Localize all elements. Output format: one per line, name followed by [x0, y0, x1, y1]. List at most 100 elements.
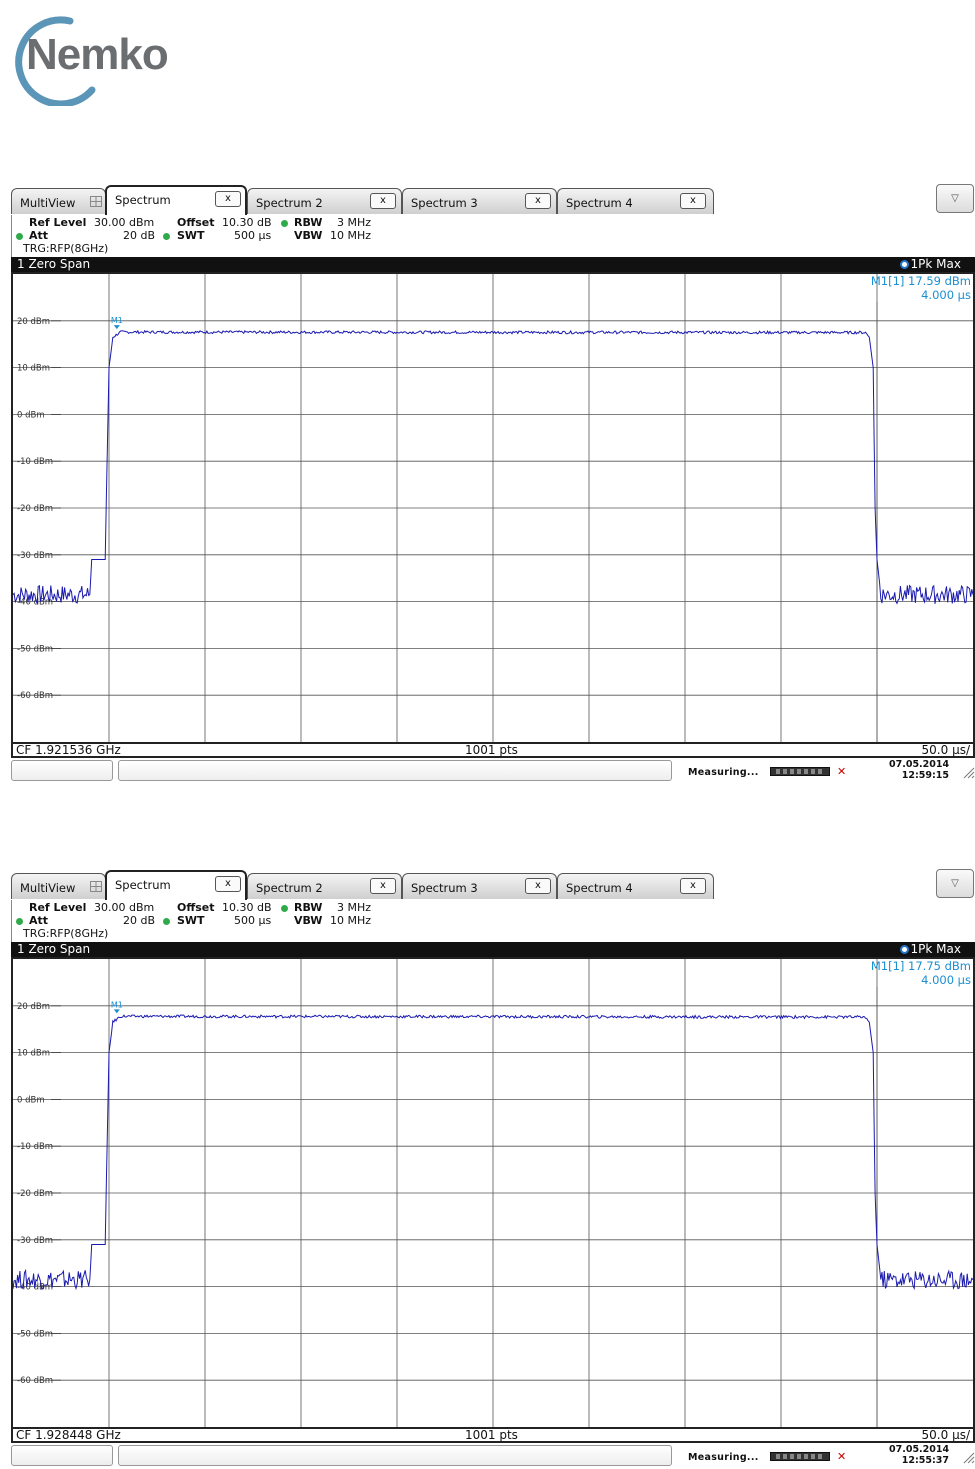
close-tab-button[interactable]: x — [370, 878, 396, 894]
status-dot — [163, 918, 170, 925]
analyzer-panel: MultiView Spectrum x Spectrum 2 x Spectr… — [11, 869, 975, 1468]
tab-label: Spectrum 2 — [256, 881, 323, 895]
swt-label: SWT — [177, 914, 205, 927]
tab-spectrum[interactable]: Spectrum x — [105, 870, 247, 900]
window-title: 1 Zero Span — [17, 257, 91, 271]
tab-multiview[interactable]: MultiView — [11, 873, 106, 899]
tab-label: MultiView — [20, 881, 76, 895]
status-bar: Measuring... ✕ 07.05.2014 12:59:15 — [11, 759, 975, 783]
dropdown-button[interactable]: ▽ — [936, 184, 974, 213]
instrument-status-icon: ✕ — [837, 1450, 847, 1463]
swt-value: 500 µs — [234, 914, 272, 927]
marker-label: M1 — [111, 316, 123, 325]
tab-spectrum-4[interactable]: Spectrum 4 x — [557, 873, 714, 899]
tab-spectrum[interactable]: Spectrum x — [105, 185, 247, 215]
trigger-info: TRG:RFP(8GHz) — [23, 242, 109, 255]
marker-label: M1 — [111, 1000, 123, 1009]
tab-spectrum-2[interactable]: Spectrum 2 x — [247, 188, 402, 214]
y-tick-label: -50 dBm — [17, 644, 53, 654]
rbw-label: RBW — [294, 901, 323, 914]
analyzer-panel: MultiView Spectrum x Spectrum 2 x Spectr… — [11, 184, 975, 783]
close-tab-button[interactable]: x — [370, 193, 396, 209]
progress-indicator — [770, 1452, 830, 1461]
close-tab-button[interactable]: x — [525, 878, 551, 894]
rbw-label: RBW — [294, 216, 323, 229]
tab-label: Spectrum — [115, 193, 171, 207]
chevron-down-icon: ▽ — [951, 193, 959, 204]
settings-summary: Ref Level 30.00 dBm Offset 10.30 dB RBW … — [11, 215, 975, 257]
att-label: Att — [29, 229, 49, 242]
status-message-field[interactable] — [118, 1445, 672, 1466]
offset-label: Offset — [177, 901, 215, 914]
status-dot — [16, 918, 23, 925]
vbw-value: 10 MHz — [330, 229, 372, 242]
y-tick-label: 10 dBm — [17, 1049, 50, 1059]
ref-level-label: Ref Level — [29, 901, 87, 914]
y-tick-label: 10 dBm — [17, 364, 50, 374]
zero-span-plot[interactable]: 20 dBm 10 dBm 0 dBm -10 dBm -20 dBm -30 dBm -4… — [11, 272, 975, 743]
status-dot — [16, 233, 23, 240]
resize-grip-icon[interactable] — [961, 765, 975, 779]
status-field-left[interactable] — [11, 1445, 113, 1466]
close-tab-button[interactable]: x — [215, 191, 241, 207]
tab-spectrum-3[interactable]: Spectrum 3 x — [402, 873, 557, 899]
tab-spectrum-3[interactable]: Spectrum 3 x — [402, 188, 557, 214]
zero-span-plot[interactable]: 20 dBm 10 dBm 0 dBm -10 dBm -20 dBm -30 dBm -4… — [11, 957, 975, 1428]
marker-readout-time: 4.000 µs — [921, 973, 971, 987]
vbw-label: VBW — [294, 914, 323, 927]
y-tick-label: 20 dBm — [17, 317, 50, 327]
measuring-status: Measuring... — [688, 1452, 759, 1463]
sweep-points: 1001 pts — [465, 1428, 518, 1442]
status-field-left[interactable] — [11, 760, 113, 781]
y-tick-label: -60 dBm — [17, 691, 53, 701]
ref-level-value: 30.00 dBm — [94, 901, 155, 914]
y-tick-label: -50 dBm — [17, 1329, 53, 1339]
att-label: Att — [29, 914, 49, 927]
tab-label: MultiView — [20, 196, 76, 210]
tab-spectrum-4[interactable]: Spectrum 4 x — [557, 188, 714, 214]
instrument-status-icon: ✕ — [837, 765, 847, 778]
att-value: 20 dB — [123, 914, 156, 927]
measuring-status: Measuring... — [688, 767, 759, 778]
status-bar: Measuring... ✕ 07.05.2014 12:55:37 — [11, 1444, 975, 1468]
offset-value: 10.30 dB — [222, 216, 272, 229]
close-tab-button[interactable]: x — [215, 876, 241, 892]
grid-icon — [90, 196, 102, 207]
status-dot — [281, 905, 288, 912]
sweep-points: 1001 pts — [465, 743, 518, 757]
y-tick-label: -20 dBm — [17, 504, 53, 514]
close-tab-button[interactable]: x — [525, 193, 551, 209]
status-dot — [163, 233, 170, 240]
trigger-info: TRG:RFP(8GHz) — [23, 927, 109, 940]
window-title-bar: 1 Zero Span 1Pk Max — [11, 942, 975, 957]
dropdown-button[interactable]: ▽ — [936, 869, 974, 898]
y-tick-label: -40 dBm — [17, 598, 53, 608]
status-time: 12:55:37 — [901, 1455, 949, 1466]
time-per-division: 50.0 µs/ — [921, 743, 970, 757]
trace-indicator-icon — [900, 260, 909, 269]
close-tab-button[interactable]: x — [680, 193, 706, 209]
marker-triangle — [113, 325, 120, 330]
center-frequency: CF 1.928448 GHz — [16, 1428, 121, 1442]
tab-spectrum-2[interactable]: Spectrum 2 x — [247, 873, 402, 899]
marker-readout-level: M1[1] 17.75 dBm — [871, 959, 971, 973]
marker-readout-time: 4.000 µs — [921, 288, 971, 302]
tab-label: Spectrum 4 — [566, 196, 633, 210]
close-tab-button[interactable]: x — [680, 878, 706, 894]
tab-multiview[interactable]: MultiView — [11, 188, 106, 214]
rbw-value: 3 MHz — [337, 216, 372, 229]
plot-svg: 20 dBm 10 dBm 0 dBm -10 dBm -20 dBm -30 dBm -4… — [13, 274, 973, 742]
swt-value: 500 µs — [234, 229, 272, 242]
status-message-field[interactable] — [118, 760, 672, 781]
ref-level-value: 30.00 dBm — [94, 216, 155, 229]
marker-triangle — [113, 1009, 120, 1014]
tab-label: Spectrum 3 — [411, 196, 478, 210]
y-tick-label: 0 dBm — [17, 410, 45, 420]
y-tick-label: -60 dBm — [17, 1376, 53, 1386]
nemko-logo: Nemko — [0, 6, 222, 108]
plot-footer: CF 1.921536 GHz 1001 pts 50.0 µs/ — [11, 743, 975, 758]
tab-bar: MultiView Spectrum x Spectrum 2 x Spectr… — [11, 869, 975, 900]
y-tick-label: -20 dBm — [17, 1189, 53, 1199]
y-tick-label: 20 dBm — [17, 1002, 50, 1012]
resize-grip-icon[interactable] — [961, 1450, 975, 1464]
